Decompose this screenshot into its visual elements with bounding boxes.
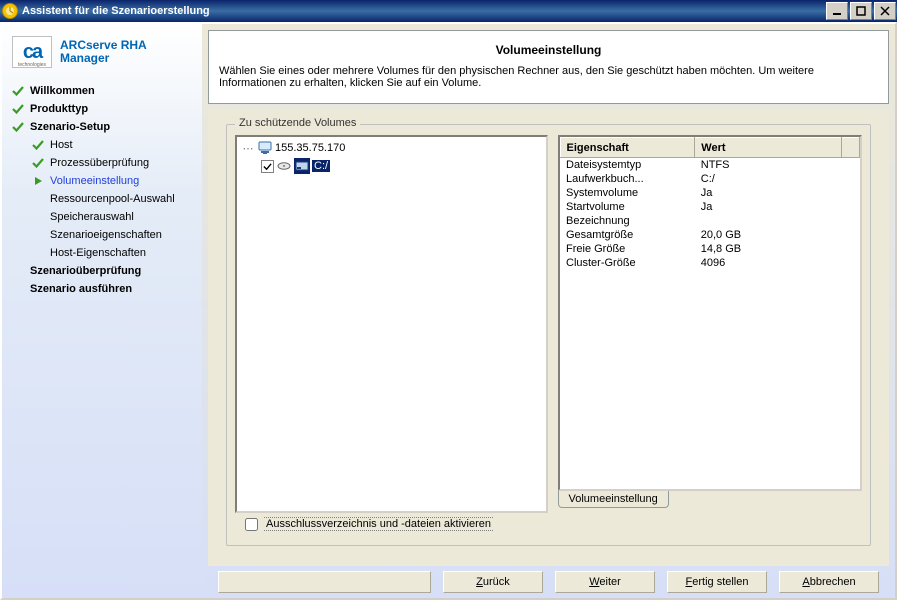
header-panel: Volumeeinstellung Wählen Sie eines oder … [208,30,889,104]
table-row[interactable]: Freie Größe14,8 GB [560,242,860,256]
computer-icon [257,140,273,156]
titlebar: Assistent für die Szenarioerstellung [0,0,897,22]
table-row[interactable]: StartvolumeJa [560,200,860,214]
prop-val: C:/ [695,172,842,186]
triangle-right-icon [32,175,44,187]
tree-volume-row[interactable]: C:/ [239,157,544,175]
table-row[interactable]: SystemvolumeJa [560,186,860,200]
groupbox-label: Zu schützende Volumes [235,117,360,129]
page-title: Volumeeinstellung [219,43,878,57]
nav-scenario-props[interactable]: Szenarioeigenschaften [12,226,198,244]
nav-label: Produkttyp [30,103,88,115]
nav-label: Volumeeinstellung [50,175,139,187]
minimize-button[interactable] [826,2,848,20]
nav-respool[interactable]: Ressourcenpool-Auswahl [12,190,198,208]
nav-label: Ressourcenpool-Auswahl [50,193,175,205]
prop-key: Systemvolume [560,186,695,200]
volume-checkbox[interactable] [261,160,274,173]
check-icon [32,157,44,169]
check-icon [12,121,24,133]
nav-label: Prozessüberprüfung [50,157,149,169]
table-row[interactable]: Gesamtgröße20,0 GB [560,228,860,242]
finish-button[interactable]: Fertig stellen [667,571,767,593]
volume-tree[interactable]: ⋯ 155.35.75.170 [235,135,548,513]
table-row[interactable]: Laufwerkbuch...C:/ [560,172,860,186]
property-list[interactable]: Eigenschaft Wert DateisystemtypNTFSLaufw… [558,135,863,491]
brand-badge: ca technologies [12,36,52,68]
nav-welcome[interactable]: Willkommen [12,82,198,100]
nav-label: Host-Eigenschaften [50,247,146,259]
check-icon [12,85,24,97]
prop-val: 14,8 GB [695,242,842,256]
prop-key: Startvolume [560,200,695,214]
prop-key: Bezeichnung [560,214,695,228]
check-icon [12,103,24,115]
page-description: Wählen Sie eines oder mehrere Volumes fü… [219,65,878,89]
prop-val: NTFS [695,158,842,173]
prop-key: Freie Größe [560,242,695,256]
nav-scenario-verify[interactable]: Szenarioüberprüfung [12,262,198,280]
nav-host-props[interactable]: Host-Eigenschaften [12,244,198,262]
exclusion-checkbox[interactable] [245,518,258,531]
check-icon [32,139,44,151]
nav-scenario-setup[interactable]: Szenario-Setup [12,118,198,136]
table-row[interactable]: DateisystemtypNTFS [560,158,860,173]
drive-icon [294,158,310,174]
tab-strip: Volumeeinstellung [558,491,863,513]
nav-label: Szenarioüberprüfung [30,265,141,277]
tab-volume-setting[interactable]: Volumeeinstellung [558,491,669,508]
sidebar: ca technologies ARCserve RHAManager Will… [2,24,202,598]
tree-connector-icon: ⋯ [241,142,255,155]
next-button[interactable]: Weiter [555,571,655,593]
table-row[interactable]: Bezeichnung [560,214,860,228]
tree-host-label: 155.35.75.170 [275,142,345,154]
nav-host[interactable]: Host [12,136,198,154]
status-bar [218,571,431,593]
table-row[interactable]: Cluster-Größe4096 [560,256,860,270]
col-property[interactable]: Eigenschaft [560,138,695,158]
exclusion-label[interactable]: Ausschlussverzeichnis und -dateien aktiv… [264,517,493,531]
nav-producttype[interactable]: Produkttyp [12,100,198,118]
window-title: Assistent für die Szenarioerstellung [22,5,210,17]
app-icon [2,3,18,19]
cancel-button[interactable]: Abbrechen [779,571,879,593]
nav-label: Szenarioeigenschaften [50,229,162,241]
nav-label: Speicherauswahl [50,211,134,223]
button-bar: Zurück Weiter Fertig stellen Abbrechen [208,566,889,598]
col-value[interactable]: Wert [695,138,842,158]
prop-key: Cluster-Größe [560,256,695,270]
brand-logo: ca technologies ARCserve RHAManager [12,32,198,82]
prop-val: 20,0 GB [695,228,842,242]
tree-host-row[interactable]: ⋯ 155.35.75.170 [239,139,544,157]
prop-val: 4096 [695,256,842,270]
prop-val: Ja [695,200,842,214]
nav-label: Host [50,139,73,151]
nav-label: Szenario ausführen [30,283,132,295]
nav-label: Szenario-Setup [30,121,110,133]
brand-text: ARCserve RHAManager [60,39,147,65]
nav-label: Willkommen [30,85,95,97]
volume-panel: Zu schützende Volumes ⋯ 155.35.75.170 [208,110,889,566]
nav-volume-setting[interactable]: Volumeeinstellung [12,172,198,190]
disk-icon [276,158,292,174]
nav-storage[interactable]: Speicherauswahl [12,208,198,226]
close-button[interactable] [874,2,896,20]
prop-key: Gesamtgröße [560,228,695,242]
prop-val: Ja [695,186,842,200]
prop-key: Laufwerkbuch... [560,172,695,186]
col-spacer [842,138,860,158]
nav-run[interactable]: Szenario ausführen [12,280,198,298]
prop-key: Dateisystemtyp [560,158,695,173]
maximize-button[interactable] [850,2,872,20]
nav-process-check[interactable]: Prozessüberprüfung [12,154,198,172]
tree-volume-label: C:/ [312,160,330,172]
prop-val [695,214,842,228]
back-button[interactable]: Zurück [443,571,543,593]
